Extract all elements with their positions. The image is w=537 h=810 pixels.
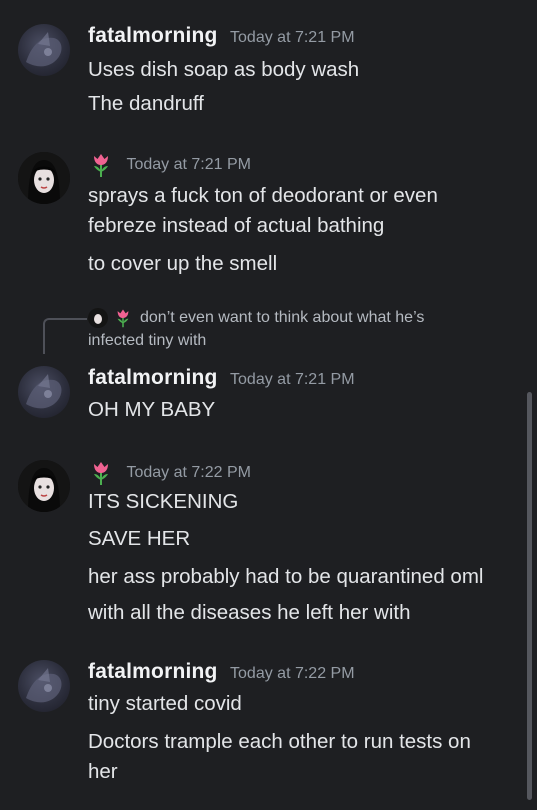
message-text: The dandruff bbox=[88, 92, 204, 115]
avatar[interactable] bbox=[18, 660, 70, 712]
message-text: Uses dish soap as body wash bbox=[88, 58, 360, 81]
message-header: fatalmorning Today at 7:21 PM bbox=[88, 24, 355, 50]
avatar-art-icon bbox=[26, 668, 62, 703]
reply-text: don’t even want to think about what he’s bbox=[140, 309, 425, 326]
message-text: her bbox=[88, 760, 118, 783]
avatar[interactable] bbox=[18, 24, 70, 76]
message-text: OH MY BABY bbox=[88, 398, 216, 421]
avatar-art-icon bbox=[26, 32, 62, 67]
message-header: Today at 7:22 PM bbox=[88, 460, 251, 486]
message-text: with all the diseases he left her with bbox=[88, 601, 411, 624]
message-text: her ass probably had to be quarantined o… bbox=[88, 565, 484, 588]
message-header: fatalmorning Today at 7:21 PM bbox=[88, 366, 355, 392]
avatar-art-icon bbox=[18, 152, 70, 204]
reply-avatar bbox=[88, 307, 108, 328]
message-text: sprays a fuck ton of deodorant or even bbox=[88, 184, 438, 207]
message-text: tiny started covid bbox=[88, 692, 242, 715]
message-text: ITS SICKENING bbox=[88, 490, 239, 513]
avatar[interactable] bbox=[18, 460, 70, 512]
timestamp: Today at 7:22 PM bbox=[230, 665, 355, 682]
message-header: fatalmorning Today at 7:22 PM bbox=[88, 660, 355, 686]
timestamp: Today at 7:21 PM bbox=[126, 156, 251, 174]
avatar[interactable] bbox=[18, 366, 70, 418]
tulip-icon bbox=[117, 309, 129, 327]
scrollbar[interactable] bbox=[527, 392, 532, 800]
reply-preview[interactable]: don’t even want to think about what he’s… bbox=[88, 306, 508, 352]
reply-connector bbox=[43, 318, 87, 354]
timestamp: Today at 7:22 PM bbox=[126, 464, 251, 482]
avatar[interactable] bbox=[18, 152, 70, 204]
tulip-icon bbox=[94, 154, 108, 177]
tulip-icon bbox=[94, 462, 108, 485]
message-text: Doctors trample each other to run tests … bbox=[88, 730, 471, 753]
message-text: SAVE HER bbox=[88, 527, 191, 550]
username[interactable]: fatalmorning bbox=[88, 366, 218, 389]
timestamp: Today at 7:21 PM bbox=[230, 371, 355, 388]
username[interactable]: fatalmorning bbox=[88, 660, 218, 683]
message-text: febreze instead of actual bathing bbox=[88, 214, 385, 237]
avatar-art-icon bbox=[26, 374, 62, 409]
reply-text-cont: infected tiny with bbox=[88, 332, 207, 349]
message-header: Today at 7:21 PM bbox=[88, 152, 251, 178]
avatar-art-icon bbox=[18, 460, 70, 512]
username[interactable]: fatalmorning bbox=[88, 24, 218, 47]
avatar-art-icon bbox=[88, 307, 108, 328]
message-text: to cover up the smell bbox=[88, 252, 278, 275]
timestamp: Today at 7:21 PM bbox=[230, 29, 355, 46]
